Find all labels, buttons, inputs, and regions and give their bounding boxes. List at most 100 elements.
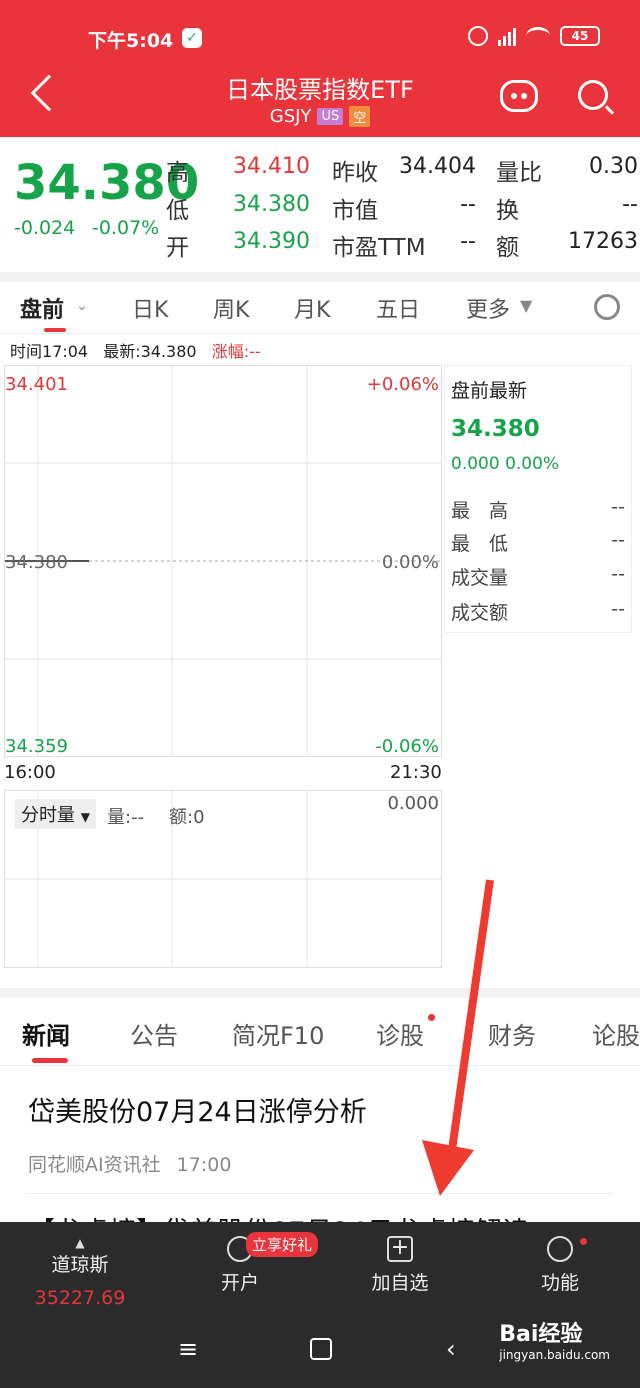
tab-five-day[interactable]: 五日: [376, 292, 420, 324]
side-row-value: --: [611, 598, 625, 620]
amount-value: 17263: [568, 229, 638, 254]
notification-dot: [580, 1238, 587, 1245]
battery-icon: 45: [560, 26, 600, 46]
vol-ratio-label: 量比: [496, 160, 542, 186]
axis-start-time: 16:00: [4, 762, 56, 783]
side-title: 盘前最新: [451, 380, 528, 402]
open-account-label: 开户: [220, 1272, 259, 1294]
side-row-high: 最 高 --: [451, 496, 625, 523]
volume-max: 0.000: [387, 793, 439, 814]
tab-f10[interactable]: 简况F10: [232, 1016, 324, 1051]
volume-selector-label: 分时量: [21, 805, 75, 826]
stock-code: GSJY: [269, 106, 312, 127]
chart-tabs: 盘前 ⌄ 日K 周K 月K 五日 更多 ▼: [0, 282, 640, 334]
wifi-icon: [526, 27, 550, 45]
divider: [0, 988, 640, 998]
chart-bottom-pct: -0.06%: [375, 736, 439, 757]
amount-value-vol: 额:0: [169, 807, 205, 828]
tab-finance[interactable]: 财务: [488, 1016, 536, 1051]
chart-grid: [5, 366, 441, 756]
alarm-icon: [468, 26, 488, 46]
tab-underline: [44, 328, 66, 332]
volume-chart[interactable]: 分时量 ▼ 量:-- 额:0 0.000: [4, 790, 442, 968]
prev-close-label: 昨收: [332, 160, 378, 186]
chart-top-pct: +0.06%: [366, 374, 439, 395]
signal-icon: [498, 26, 516, 46]
chevron-down-icon: ⌄: [76, 298, 88, 314]
side-row-volume: 成交量 --: [451, 563, 625, 590]
dropdown-icon: ▼: [80, 810, 90, 824]
prev-close-value: 34.404: [399, 154, 476, 179]
index-value: 35227.69: [34, 1287, 126, 1309]
chart-infobar: 时间17:04 最新:34.380 涨幅:--: [10, 338, 261, 362]
gift-badge: 立享好礼: [246, 1232, 319, 1257]
search-icon[interactable]: [578, 80, 608, 110]
menu-icon[interactable]: ≡: [178, 1337, 200, 1361]
stock-code-row: GSJY US 空: [0, 106, 640, 127]
home-icon[interactable]: [310, 1338, 332, 1360]
market-badge: US: [317, 108, 344, 125]
side-row-label: 最 低: [451, 533, 509, 555]
vol-ratio-value: 0.30: [589, 154, 638, 179]
high-value: 34.410: [233, 154, 310, 179]
chart-mid-pct: 0.00%: [381, 552, 439, 573]
open-value: 34.390: [233, 229, 310, 254]
divider: [0, 272, 640, 282]
add-watchlist-label: 加自选: [371, 1272, 429, 1294]
status-time: 下午5:04: [88, 30, 174, 52]
menu-icon: [547, 1236, 573, 1262]
settings-icon[interactable]: [594, 294, 620, 320]
volume-selector[interactable]: 分时量 ▼: [15, 799, 96, 829]
dropdown-icon: ▼: [520, 296, 533, 315]
side-row-label: 成交量: [451, 567, 509, 589]
short-badge: 空: [349, 106, 371, 127]
side-row-label: 最 高: [451, 500, 509, 522]
amount-label: 额: [496, 235, 519, 261]
side-row-label: 成交额: [451, 602, 509, 624]
index-ticker[interactable]: ▲ 道琼斯 35227.69: [30, 1236, 130, 1309]
market-cap-value: --: [460, 192, 476, 217]
plus-icon: +: [387, 1236, 413, 1262]
news-item-meta: 同花顺AI资讯社 17:00: [28, 1150, 231, 1177]
back-icon[interactable]: ‹: [446, 1337, 468, 1361]
tab-more[interactable]: 更多: [466, 292, 510, 324]
quote-panel: 34.380 -0.024 -0.07% 高 低 开 34.410 34.380…: [0, 137, 640, 272]
side-row-value: --: [611, 563, 625, 585]
tab-premarket[interactable]: 盘前: [20, 292, 64, 324]
intraday-chart[interactable]: 34.401 +0.06% 34.380 0.00% 34.359 -0.06%: [4, 365, 442, 757]
axis-end-time: 21:30: [390, 762, 442, 783]
robot-icon[interactable]: [500, 80, 538, 112]
side-row-value: --: [611, 496, 625, 518]
volume-value: 量:--: [107, 807, 145, 828]
side-row-amount: 成交额 --: [451, 598, 625, 625]
tab-day-k[interactable]: 日K: [132, 292, 168, 324]
news-item-title[interactable]: 岱美股份07月24日涨停分析: [28, 1090, 367, 1129]
add-watchlist-button[interactable]: + 加自选: [360, 1236, 440, 1295]
divider: [28, 1193, 614, 1194]
tab-news[interactable]: 新闻: [22, 1016, 70, 1051]
tab-diagnosis[interactable]: 诊股: [376, 1016, 424, 1051]
premarket-side-panel: 盘前最新 34.380 0.000 0.00% 最 高 -- 最 低 -- 成交…: [444, 365, 632, 633]
tab-month-k[interactable]: 月K: [294, 292, 330, 324]
price-change: -0.024: [14, 217, 76, 239]
turnover-value: --: [622, 192, 638, 217]
tab-announcements[interactable]: 公告: [130, 1016, 178, 1051]
open-label: 开: [166, 235, 189, 261]
status-icons: 45: [468, 26, 600, 46]
index-name: 道琼斯: [51, 1254, 109, 1276]
app-header: 下午5:04 ✓ 45 日本股票指数ETF GSJY US 空: [0, 0, 640, 137]
news-source: 同花顺AI资讯社: [28, 1154, 161, 1176]
tab-underline: [32, 1058, 68, 1063]
side-row-low: 最 低 --: [451, 529, 625, 556]
low-value: 34.380: [233, 192, 310, 217]
watermark: Bai经验 jingyan.baidu.com: [499, 1316, 610, 1362]
side-row-value: --: [611, 529, 625, 551]
functions-button[interactable]: 功能: [520, 1236, 600, 1295]
tab-week-k[interactable]: 周K: [213, 292, 249, 324]
price-change-pct: -0.07%: [92, 217, 160, 239]
info-time: 时间17:04: [10, 342, 89, 361]
chart-top-price: 34.401: [5, 374, 68, 395]
chart-bottom-price: 34.359: [5, 736, 68, 757]
tab-discussion[interactable]: 论股: [592, 1016, 640, 1051]
side-price: 34.380: [451, 416, 540, 442]
